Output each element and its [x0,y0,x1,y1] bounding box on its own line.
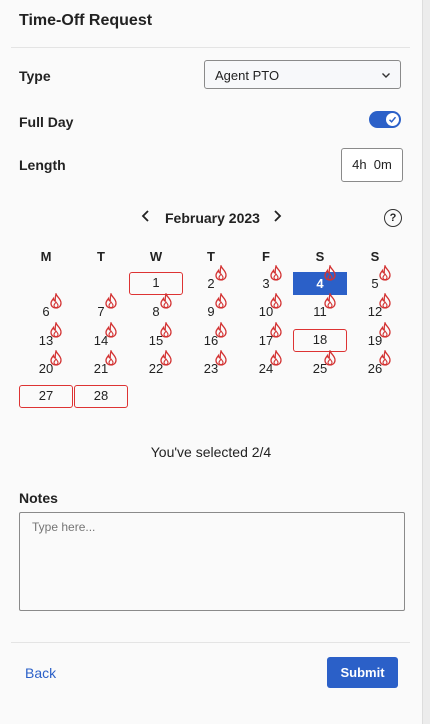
flame-icon [214,291,228,309]
calendar-day[interactable]: 21 [74,348,128,380]
submit-button[interactable]: Submit [327,657,398,688]
calendar-day[interactable]: 3 [239,263,293,295]
calendar-day-number: 28 [93,388,109,403]
calendar-day[interactable]: 13 [19,320,73,352]
calendar-day-number: 1 [152,275,160,290]
flame-icon [378,348,392,366]
flame-icon [159,348,173,366]
chevron-left-icon [141,210,149,222]
check-icon [386,113,399,126]
fullday-toggle[interactable] [369,111,401,128]
weekday-header: W [149,249,163,264]
flame-icon [378,320,392,338]
length-input[interactable]: 4h 0m [341,148,403,182]
calendar-day[interactable]: 20 [19,348,73,380]
flame-icon [323,348,337,366]
calendar-day-number: 18 [312,332,328,347]
flame-icon [269,348,283,366]
notes-field[interactable] [19,512,405,611]
flame-icon [323,263,337,281]
calendar-day-number: 27 [38,388,54,403]
footer-divider [11,642,410,643]
flame-icon [323,291,337,309]
calendar-day[interactable]: 9 [184,291,238,323]
selection-summary: You've selected 2/4 [150,444,272,460]
type-select[interactable]: Agent PTO [204,60,401,89]
back-button[interactable]: Back [25,665,56,681]
header-divider [11,47,410,48]
calendar-day[interactable]: 6 [19,291,73,323]
flame-icon [159,291,173,309]
weekday-header: T [207,249,215,264]
calendar-day[interactable]: 1 [129,272,183,295]
calendar-day[interactable]: 14 [74,320,128,352]
fullday-label: Full Day [19,114,74,130]
flame-icon [159,320,173,338]
page-title: Time-Off Request [19,12,153,29]
calendar-day[interactable]: 23 [184,348,238,380]
calendar-day[interactable]: 8 [129,291,183,323]
calendar-day[interactable]: 7 [74,291,128,323]
calendar-day[interactable]: 18 [293,329,347,352]
weekday-header: S [370,249,380,264]
calendar-day[interactable]: 16 [184,320,238,352]
weekday-header: F [262,249,270,264]
calendar-day[interactable]: 17 [239,320,293,352]
flame-icon [269,320,283,338]
calendar-day[interactable]: 5 [348,263,402,295]
chevron-right-icon [274,210,282,222]
flame-icon [214,348,228,366]
weekday-header: T [97,249,105,264]
calendar-day[interactable]: 25 [293,348,347,380]
calendar-day[interactable]: 11 [293,291,347,323]
chevron-down-icon [381,68,391,83]
help-icon[interactable]: ? [384,209,402,227]
flame-icon [378,291,392,309]
calendar-day[interactable]: 19 [348,320,402,352]
notes-label: Notes [19,490,58,506]
type-label: Type [19,68,51,84]
scrollbar[interactable] [422,0,430,724]
flame-icon [269,291,283,309]
calendar-day[interactable]: 12 [348,291,402,323]
flame-icon [49,348,63,366]
calendar-day[interactable]: 27 [19,385,73,408]
flame-icon [49,291,63,309]
length-label: Length [19,157,66,173]
flame-icon [49,320,63,338]
prev-month-button[interactable] [140,209,152,226]
flame-icon [104,320,118,338]
type-select-value: Agent PTO [215,68,280,83]
flame-icon [378,263,392,281]
flame-icon [269,263,283,281]
calendar-day[interactable]: 10 [239,291,293,323]
calendar-day[interactable]: 28 [74,385,128,408]
month-label: February 2023 [165,210,260,226]
calendar-day[interactable]: 2 [184,263,238,295]
flame-icon [104,291,118,309]
calendar-day[interactable]: 22 [129,348,183,380]
flame-icon [104,348,118,366]
weekday-header: S [315,249,325,264]
next-month-button[interactable] [271,209,283,226]
flame-icon [214,320,228,338]
weekday-header: M [40,249,52,264]
calendar-day[interactable]: 26 [348,348,402,380]
flame-icon [214,263,228,281]
calendar-day[interactable]: 4 [293,263,347,295]
calendar-day[interactable]: 15 [129,320,183,352]
calendar-day[interactable]: 24 [239,348,293,380]
